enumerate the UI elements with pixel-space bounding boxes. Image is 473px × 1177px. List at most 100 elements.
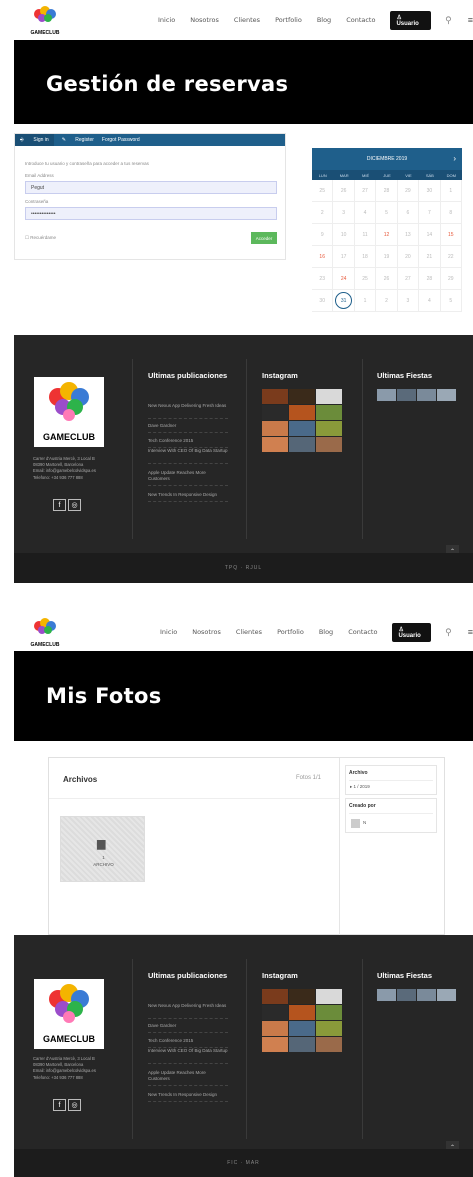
calendar-day[interactable]: 20 [397,246,420,268]
fiesta-thumbnail[interactable] [377,389,396,401]
nav-nosotros[interactable]: Nosotros [190,16,219,24]
instagram-thumbnail[interactable] [262,421,288,436]
creator-name[interactable]: N [363,820,366,825]
folder-card[interactable]: ▆ 1 ARCHIVO [60,816,145,882]
tab-sign-in[interactable]: ⎆ Sign in [15,134,54,146]
calendar-day[interactable]: 14 [419,224,441,246]
calendar-day[interactable]: 16 [312,246,334,268]
archive-year-link[interactable]: ▸ 1 / 2019 [350,784,370,790]
calendar-day[interactable]: 17 [333,246,355,268]
calendar-day[interactable]: 15 [440,224,462,246]
instagram-icon[interactable]: ◎ [68,499,81,511]
calendar-day[interactable]: 30 [312,290,334,312]
calendar-day[interactable]: 9 [312,224,334,246]
calendar-day[interactable]: 2 [312,202,334,224]
nav-clientes[interactable]: Clientes [236,628,262,636]
instagram-thumbnail[interactable] [316,1037,342,1052]
instagram-thumbnail[interactable] [262,437,288,452]
today-marker[interactable]: 31 [335,292,353,309]
avatar[interactable] [351,819,360,828]
nav-inicio[interactable]: Inicio [160,628,177,636]
nav-inicio[interactable]: Inicio [158,16,175,24]
remember-checkbox[interactable]: ☐ Recuérdame [25,235,56,241]
calendar-day[interactable]: 1 [440,180,462,202]
calendar-day[interactable]: 3 [333,202,355,224]
menu-icon[interactable]: ≡ [468,627,473,637]
calendar-day[interactable]: 10 [333,224,355,246]
site-logo[interactable]: GAMECLUB [28,616,62,648]
instagram-thumbnail[interactable] [289,1021,315,1036]
calendar-day[interactable]: 28 [376,180,398,202]
footer-post-link[interactable]: Tech Conference 2015 [148,438,228,444]
fiesta-thumbnail[interactable] [417,389,436,401]
calendar-day[interactable]: 8 [440,202,462,224]
calendar-day[interactable]: 26 [333,180,355,202]
nav-portfolio[interactable]: Portfolio [275,16,302,24]
password-field[interactable]: •••••••••••••• [25,207,277,220]
next-month-icon[interactable]: › [453,154,456,163]
search-icon[interactable]: ⚲ [445,627,452,638]
calendar-day[interactable]: 29 [440,268,462,290]
footer-post-link[interactable]: Interview With CEO Of Big Data Startup [148,1048,228,1054]
calendar-day[interactable]: 27 [397,268,420,290]
nav-nosotros[interactable]: Nosotros [192,628,221,636]
calendar-day[interactable]: 26 [376,268,398,290]
instagram-thumbnail[interactable] [262,1021,288,1036]
instagram-thumbnail[interactable] [316,405,342,420]
calendar-day[interactable]: 13 [397,224,420,246]
footer-post-link[interactable]: Apple Update Reaches More Customers [148,1070,228,1082]
nav-portfolio[interactable]: Portfolio [277,628,304,636]
footer-post-link[interactable]: New Nexus App Delivering Fresh Ideas [148,403,228,409]
calendar-day[interactable]: 31 [333,290,355,312]
submit-button[interactable]: Acceder [251,232,277,244]
instagram-thumbnail[interactable] [262,389,288,404]
footer-post-link[interactable]: Dave Gardner [148,1023,228,1029]
instagram-thumbnail[interactable] [289,989,315,1004]
calendar-day[interactable]: 4 [354,202,377,224]
instagram-thumbnail[interactable] [289,389,315,404]
fiesta-thumbnail[interactable] [437,389,456,401]
instagram-icon[interactable]: ◎ [68,1099,81,1111]
calendar-day[interactable]: 11 [354,224,377,246]
fiesta-thumbnail[interactable] [397,989,416,1001]
footer-post-link[interactable]: New Trends In Responsive Design [148,492,228,498]
calendar-day[interactable]: 4 [419,290,441,312]
instagram-thumbnail[interactable] [262,989,288,1004]
instagram-thumbnail[interactable] [262,1037,288,1052]
footer-post-link[interactable]: New Trends In Responsive Design [148,1092,228,1098]
instagram-thumbnail[interactable] [289,1005,315,1020]
email-field[interactable]: Pegut [25,181,277,194]
calendar-day[interactable]: 1 [354,290,377,312]
nav-contacto[interactable]: Contacto [346,16,375,24]
fiesta-thumbnail[interactable] [397,389,416,401]
site-logo[interactable]: GAMECLUB [28,4,62,36]
fiesta-thumbnail[interactable] [437,989,456,1001]
nav-blog[interactable]: Blog [319,628,333,636]
facebook-icon[interactable]: f [53,499,66,511]
menu-icon[interactable]: ≡ [468,15,473,25]
calendar-day[interactable]: 5 [440,290,462,312]
instagram-thumbnail[interactable] [316,1021,342,1036]
footer-post-link[interactable]: Tech Conference 2015 [148,1038,228,1044]
facebook-icon[interactable]: f [53,1099,66,1111]
footer-post-link[interactable]: Apple Update Reaches More Customers [148,470,228,482]
tab-register[interactable]: ✎ Register [62,137,94,143]
instagram-thumbnail[interactable] [289,1037,315,1052]
footer-post-link[interactable]: Dave Gardner [148,423,228,429]
footer-post-link[interactable]: New Nexus App Delivering Fresh Ideas [148,1003,228,1009]
calendar-day[interactable]: 28 [419,268,441,290]
calendar-day[interactable]: 25 [354,268,377,290]
calendar-day[interactable]: 7 [419,202,441,224]
calendar-day[interactable]: 18 [354,246,377,268]
calendar-day[interactable]: 21 [419,246,441,268]
calendar-day[interactable]: 27 [354,180,377,202]
calendar-day[interactable]: 5 [376,202,398,224]
fiesta-thumbnail[interactable] [377,989,396,1001]
instagram-thumbnail[interactable] [316,421,342,436]
calendar-day[interactable]: 2 [376,290,398,312]
instagram-thumbnail[interactable] [262,405,288,420]
calendar-day[interactable]: 22 [440,246,462,268]
instagram-thumbnail[interactable] [316,1005,342,1020]
search-icon[interactable]: ⚲ [445,15,452,26]
calendar-day[interactable]: 6 [397,202,420,224]
